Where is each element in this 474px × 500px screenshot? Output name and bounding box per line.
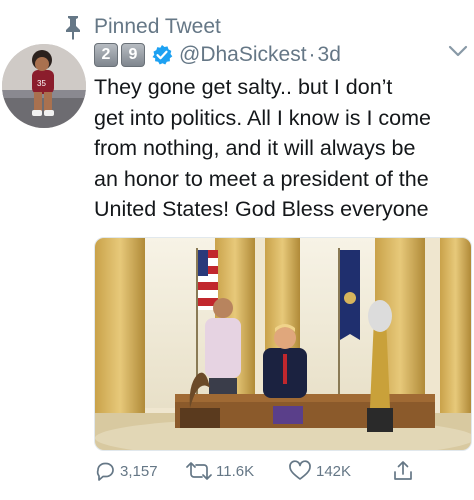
like-count: 142K: [316, 462, 352, 480]
like-icon: [289, 460, 311, 480]
tweet-line: get into politics. All I know is I come: [94, 105, 431, 130]
like-button[interactable]: 142K: [288, 460, 392, 482]
tweet-line: an honor to meet a president of the: [94, 166, 429, 191]
share-icon: [394, 461, 412, 480]
reply-button[interactable]: 3,157: [94, 460, 186, 482]
pinned-label: Pinned Tweet: [94, 15, 221, 38]
retweet-icon: [186, 462, 212, 480]
time-separator: ·: [308, 43, 316, 66]
tweet-time[interactable]: 3d: [318, 43, 341, 67]
verified-badge-icon: [152, 45, 173, 65]
pin-icon: [66, 16, 80, 40]
tweet-photo[interactable]: [94, 237, 472, 451]
pinned-indicator: Pinned Tweet: [62, 12, 221, 42]
author-handle[interactable]: @DhaSickest: [179, 43, 307, 67]
chevron-down-icon[interactable]: [448, 44, 468, 58]
retweet-count: 11.6K: [216, 462, 255, 480]
tweet-text: They gone get salty.. but I don’t get in…: [94, 72, 474, 225]
badge-digit: 9: [121, 43, 145, 67]
share-button[interactable]: [392, 460, 418, 482]
retweet-button[interactable]: 11.6K: [186, 460, 288, 482]
tweet-line: They gone get salty.. but I don’t: [94, 75, 393, 99]
tweet-actions: 3,157 11.6K 142K: [94, 458, 424, 484]
avatar[interactable]: 35: [2, 44, 86, 128]
badge-digit: 2: [94, 43, 118, 67]
tweet-line: from nothing, and it will always be: [94, 136, 416, 160]
tweet-header: 2 9 @DhaSickest · 3d: [94, 42, 341, 68]
reply-count: 3,157: [120, 462, 158, 480]
tweet-line: United States! God Bless everyone: [94, 197, 429, 221]
reply-icon: [96, 462, 114, 481]
svg-text:35: 35: [37, 79, 46, 88]
